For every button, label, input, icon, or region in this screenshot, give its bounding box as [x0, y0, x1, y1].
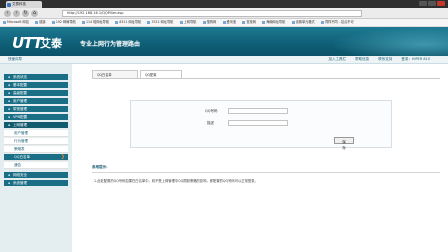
- minimize-icon[interactable]: [419, 1, 427, 6]
- logo-brand: 艾泰: [40, 37, 62, 50]
- sidebar-item-qq-whitelist[interactable]: QQ白名单: [4, 154, 68, 161]
- qq-number-label: QQ号码: [205, 109, 218, 113]
- login-info: 登录：HiPER 810: [401, 57, 430, 61]
- sidebar-menu-advanced-config[interactable]: 高级配置: [4, 90, 68, 97]
- quick-wizard-link[interactable]: 快速向导: [8, 56, 22, 63]
- add-toolbar-link[interactable]: 加入工具栏: [328, 57, 346, 61]
- close-icon[interactable]: [437, 1, 445, 6]
- help-link[interactable]: 帮助信息: [355, 57, 369, 61]
- sidebar-item-users[interactable]: 用户管理: [4, 130, 68, 137]
- description-input[interactable]: [228, 120, 288, 126]
- sidebar-item-behavior[interactable]: 行为管理: [4, 138, 68, 145]
- reload-icon[interactable]: ↻: [22, 9, 29, 17]
- save-button[interactable]: 保 存: [334, 137, 354, 150]
- favorite-link[interactable]: 链接: [35, 19, 45, 26]
- description-label: 描述: [207, 121, 214, 125]
- sidebar-menu-basic-config[interactable]: 基本配置: [4, 82, 68, 89]
- favorite-link[interactable]: Microsoft 网站: [3, 19, 29, 26]
- sidebar-menu-network-security[interactable]: 网络安全: [4, 172, 68, 179]
- tips-text: 1.此处配置的QQ号码如果在白名单中，则不受上网管理中QQ限制策略的影响，即配置…: [94, 179, 258, 183]
- browser-navbar: ‹ › ↻ ⌂ http://192.168.16.1/QQFilter.asp: [0, 8, 448, 19]
- favorite-link[interactable]: 8311 网址导航: [115, 19, 141, 26]
- browser-titlebar: [0, 0, 448, 8]
- favorite-link[interactable]: 114 啦网址导航: [82, 19, 109, 26]
- address-bar[interactable]: http://192.168.16.1/QQFilter.asp: [62, 9, 362, 17]
- sidebar-menu-internet-management[interactable]: 上网管理: [4, 122, 68, 129]
- back-icon[interactable]: ‹: [4, 9, 11, 17]
- favorite-link[interactable]: 3312 网址导航: [147, 19, 173, 26]
- favorite-link[interactable]: 查找网: [242, 19, 256, 26]
- favorite-link[interactable]: 上网导航: [180, 19, 197, 26]
- sidebar-menu-bandwidth[interactable]: 带宽管理: [4, 106, 68, 113]
- favorites-bar: Microsoft 网站 链接 192 邮局导航 114 啦网址导航 8311 …: [0, 19, 448, 27]
- page-favicon-icon: [7, 2, 11, 7]
- favorite-link[interactable]: 搜狗网: [203, 19, 217, 26]
- logo: UTT: [12, 34, 43, 52]
- slogan: 专业上网行为管理路由: [80, 41, 141, 48]
- header-decoration: [330, 27, 448, 56]
- tips-divider: [92, 172, 440, 173]
- sidebar-menu-vpn[interactable]: VPN配置: [4, 114, 68, 121]
- favorite-link[interactable]: 设置单元格式: [292, 19, 315, 26]
- browser-tab-title: 艾泰科技: [12, 2, 26, 6]
- favorite-link[interactable]: 海南网址导航: [262, 19, 285, 26]
- sidebar-menu-user-management[interactable]: 用户管理: [4, 98, 68, 105]
- favorite-link[interactable]: 192 邮局导航: [52, 19, 76, 26]
- home-icon[interactable]: ⌂: [31, 9, 38, 17]
- maximize-icon[interactable]: [428, 1, 436, 6]
- sidebar-item-policy[interactable]: 策略表: [4, 146, 68, 153]
- tips-title: 参用提示：: [92, 165, 110, 169]
- sidebar-item-notice[interactable]: 通告: [4, 162, 68, 169]
- browser-tab[interactable]: 艾泰科技: [6, 1, 42, 8]
- favorite-link[interactable]: 爱淘宝: [223, 19, 237, 26]
- sidebar: 系统状态 基本配置 高级配置 用户管理 带宽管理 VPN配置 上网管理 用户管理…: [0, 64, 72, 252]
- tab-qq-whitelist[interactable]: QQ白名单: [92, 70, 138, 78]
- support-link[interactable]: 联系支持: [378, 57, 392, 61]
- top-links: 加入工具栏 帮助信息 联系支持 登录：HiPER 810: [320, 56, 430, 63]
- sidebar-menu-system-management[interactable]: 系统管理: [4, 180, 68, 187]
- tab-qq-config[interactable]: QQ配置: [140, 70, 182, 78]
- window-controls: [418, 1, 446, 7]
- top-link-bar: 快速向导 加入工具栏 帮助信息 联系支持 登录：HiPER 810: [0, 56, 448, 64]
- tab-divider: [92, 78, 440, 79]
- sidebar-menu-system-status[interactable]: 系统状态: [4, 74, 68, 81]
- qq-number-input[interactable]: [228, 108, 288, 114]
- forward-icon[interactable]: ›: [13, 9, 20, 17]
- favorite-link[interactable]: 同样不同 - 站点不可: [321, 19, 354, 26]
- page-header: UTT 艾泰 专业上网行为管理路由: [0, 27, 448, 56]
